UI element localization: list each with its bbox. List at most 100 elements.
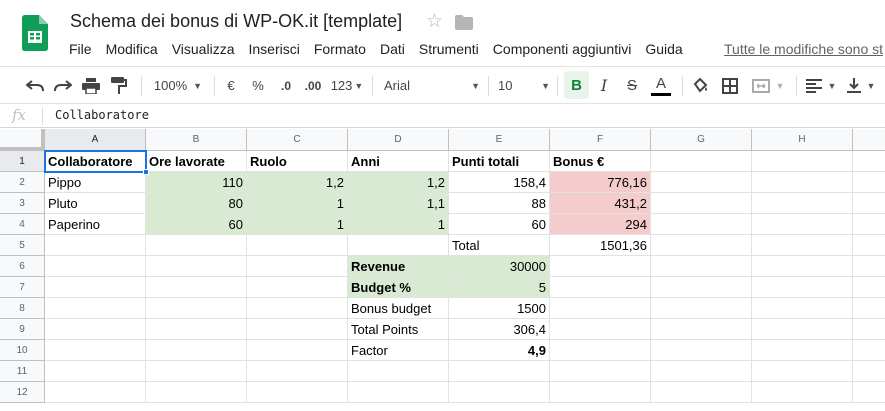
cell-h5[interactable] (752, 235, 853, 256)
cell-h2[interactable] (752, 172, 853, 193)
cell-d5[interactable] (348, 235, 449, 256)
cell-b12[interactable] (146, 382, 247, 403)
cell-b5[interactable] (146, 235, 247, 256)
cell-e9[interactable]: 306,4 (449, 319, 550, 340)
cell-i3[interactable] (853, 193, 885, 214)
cell-h1[interactable] (752, 151, 853, 172)
row-header-9[interactable]: 9 (0, 319, 45, 340)
row-header-10[interactable]: 10 (0, 340, 45, 361)
select-all-corner[interactable] (0, 129, 45, 151)
cell-g10[interactable] (651, 340, 752, 361)
cell-e7[interactable]: 5 (449, 277, 550, 298)
cell-b11[interactable] (146, 361, 247, 382)
column-header-g[interactable]: G (651, 129, 752, 151)
menu-addons[interactable]: Componenti aggiuntivi (486, 40, 639, 60)
cell-g8[interactable] (651, 298, 752, 319)
cell-i1[interactable] (853, 151, 885, 172)
row-header-1[interactable]: 1 (0, 151, 45, 172)
cell-i12[interactable] (853, 382, 885, 403)
cell-h10[interactable] (752, 340, 853, 361)
cell-e3[interactable]: 88 (449, 193, 550, 214)
cell-f4[interactable]: 294 (550, 214, 651, 235)
cell-c8[interactable] (247, 298, 348, 319)
cell-h12[interactable] (752, 382, 853, 403)
cell-a12[interactable] (45, 382, 146, 403)
italic-button[interactable]: I (595, 67, 613, 104)
cell-a2[interactable]: Pippo (45, 172, 146, 193)
cell-g9[interactable] (651, 319, 752, 340)
currency-format-button[interactable]: € (222, 67, 240, 104)
cell-h9[interactable] (752, 319, 853, 340)
menu-view[interactable]: Visualizza (165, 40, 242, 60)
column-header-c[interactable]: C (247, 129, 348, 151)
cell-i8[interactable] (853, 298, 885, 319)
cell-f1[interactable]: Bonus € (550, 151, 651, 172)
cell-a5[interactable] (45, 235, 146, 256)
column-header-e[interactable]: E (449, 129, 550, 151)
row-header-8[interactable]: 8 (0, 298, 45, 319)
cell-g7[interactable] (651, 277, 752, 298)
cell-f10[interactable] (550, 340, 651, 361)
cell-e2[interactable]: 158,4 (449, 172, 550, 193)
cell-g1[interactable] (651, 151, 752, 172)
cell-b8[interactable] (146, 298, 247, 319)
cell-c3[interactable]: 1 (247, 193, 348, 214)
cell-i9[interactable] (853, 319, 885, 340)
cell-e6[interactable]: 30000 (449, 256, 550, 277)
cell-i7[interactable] (853, 277, 885, 298)
cell-b2[interactable]: 110 (146, 172, 247, 193)
cell-i5[interactable] (853, 235, 885, 256)
menu-file[interactable]: File (62, 40, 99, 60)
cell-e8[interactable]: 1500 (449, 298, 550, 319)
star-icon[interactable]: ☆ (426, 11, 443, 33)
cell-d6[interactable]: Revenue (348, 256, 449, 277)
vertical-align-icon[interactable]: ▼ (844, 67, 878, 104)
cell-c9[interactable] (247, 319, 348, 340)
cell-a6[interactable] (45, 256, 146, 277)
horizontal-align-icon[interactable]: ▼ (804, 67, 838, 104)
cell-b7[interactable] (146, 277, 247, 298)
row-header-11[interactable]: 11 (0, 361, 45, 382)
cell-c4[interactable]: 1 (247, 214, 348, 235)
borders-icon[interactable] (720, 67, 740, 104)
cell-e11[interactable] (449, 361, 550, 382)
font-family-select[interactable]: Arial ▼ (384, 67, 480, 104)
cell-a7[interactable] (45, 277, 146, 298)
row-header-5[interactable]: 5 (0, 235, 45, 256)
folder-icon[interactable] (455, 15, 473, 30)
row-header-4[interactable]: 4 (0, 214, 45, 235)
cell-h11[interactable] (752, 361, 853, 382)
cell-d4[interactable]: 1 (348, 214, 449, 235)
menu-edit[interactable]: Modifica (99, 40, 165, 60)
print-icon[interactable] (80, 67, 102, 104)
cell-g6[interactable] (651, 256, 752, 277)
cell-f9[interactable] (550, 319, 651, 340)
last-edit-link[interactable]: Tutte le modifiche sono st (724, 40, 883, 58)
decrease-decimals-button[interactable]: .0 (276, 67, 296, 104)
undo-icon[interactable] (24, 67, 46, 104)
cell-a9[interactable] (45, 319, 146, 340)
cell-d9[interactable]: Total Points (348, 319, 449, 340)
sheets-logo-icon[interactable] (22, 15, 48, 51)
cell-d10[interactable]: Factor (348, 340, 449, 361)
bold-button[interactable]: B (564, 71, 589, 99)
cell-i10[interactable] (853, 340, 885, 361)
cell-c10[interactable] (247, 340, 348, 361)
cell-d1[interactable]: Anni (348, 151, 449, 172)
cell-h7[interactable] (752, 277, 853, 298)
cell-c2[interactable]: 1,2 (247, 172, 348, 193)
formula-input[interactable]: Collaboratore (55, 108, 149, 122)
cell-e5[interactable]: Total (449, 235, 550, 256)
cell-c5[interactable] (247, 235, 348, 256)
cell-g2[interactable] (651, 172, 752, 193)
strikethrough-button[interactable]: S (623, 67, 641, 104)
increase-decimals-button[interactable]: .00 (302, 67, 324, 104)
cell-c1[interactable]: Ruolo (247, 151, 348, 172)
row-header-7[interactable]: 7 (0, 277, 45, 298)
fill-handle[interactable] (143, 169, 149, 175)
cell-a10[interactable] (45, 340, 146, 361)
redo-icon[interactable] (52, 67, 74, 104)
cell-c6[interactable] (247, 256, 348, 277)
more-formats-button[interactable]: 123 ▼ (330, 67, 364, 104)
cell-h4[interactable] (752, 214, 853, 235)
